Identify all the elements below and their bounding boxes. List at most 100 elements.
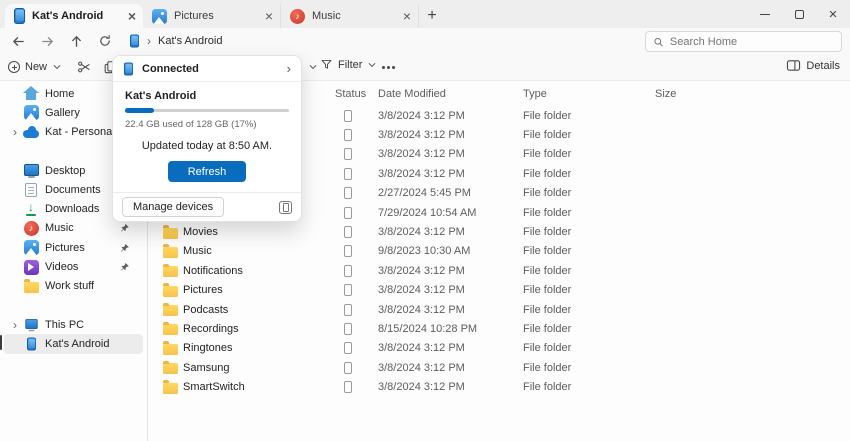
table-row[interactable]: Movies 3/8/2024 3:12 PM File folder — [148, 222, 850, 241]
on-device-status-icon — [344, 245, 352, 257]
icon-glyph — [26, 337, 35, 350]
back-button[interactable] — [10, 33, 26, 49]
filter-button[interactable]: Filter — [320, 58, 377, 71]
breadcrumb[interactable]: Kat's Android — [129, 33, 222, 49]
navigation-bar: Kat's Android — [0, 28, 850, 54]
sidebar-item[interactable]: Kat's Android — [4, 334, 143, 353]
folder-icon — [163, 324, 178, 335]
table-row[interactable]: Music 9/8/2023 10:30 AM File folder — [148, 242, 850, 261]
column-size[interactable]: Size — [655, 88, 715, 100]
up-button[interactable] — [68, 33, 84, 49]
column-type[interactable]: Type — [523, 88, 655, 100]
column-status[interactable]: Status — [335, 88, 378, 100]
expand-chevron-icon[interactable] — [9, 318, 21, 332]
sidebar-item[interactable]: This PC — [4, 315, 143, 334]
sidebar-item-icon — [21, 164, 41, 178]
device-settings-icon[interactable] — [279, 201, 292, 214]
pin-icon — [120, 223, 130, 233]
file-type: File folder — [523, 245, 655, 257]
sidebar-item-label: Music — [45, 222, 74, 234]
details-pane-icon — [786, 59, 801, 72]
table-row[interactable]: Samsung 3/8/2024 3:12 PM File folder — [148, 358, 850, 377]
refresh-button[interactable] — [97, 33, 113, 49]
search-input[interactable] — [670, 36, 834, 48]
table-row[interactable]: Pictures 3/8/2024 3:12 PM File folder — [148, 281, 850, 300]
file-type: File folder — [523, 362, 655, 374]
sort-chevron-icon[interactable] — [308, 62, 318, 72]
table-row[interactable]: Podcasts 3/8/2024 3:12 PM File folder — [148, 300, 850, 319]
on-device-status-icon — [344, 187, 352, 199]
sidebar-item-label: Home — [45, 88, 74, 100]
sidebar-item-icon — [21, 260, 41, 275]
file-type: File folder — [523, 129, 655, 141]
column-date-modified[interactable]: Date Modified — [378, 88, 523, 100]
sidebar-item-label: Pictures — [45, 242, 85, 254]
table-row[interactable]: SmartSwitch 3/8/2024 3:12 PM File folder — [148, 377, 850, 396]
tab-strip: Kat's Android Pictures Music — [0, 0, 850, 28]
tab[interactable]: Music — [281, 4, 419, 28]
tab[interactable]: Kat's Android — [5, 4, 143, 28]
cut-button[interactable] — [77, 60, 91, 74]
manage-devices-button[interactable]: Manage devices — [122, 197, 224, 217]
tab-close-icon[interactable] — [128, 8, 136, 24]
sidebar-devices-group: This PC Kat's Android — [0, 315, 147, 354]
more-options-button[interactable] — [382, 66, 385, 69]
pin-icon — [120, 262, 130, 272]
minimize-button[interactable] — [748, 0, 782, 28]
popup-header[interactable]: Connected — [113, 56, 301, 82]
sidebar-item[interactable]: Pictures — [4, 238, 143, 257]
on-device-status-icon — [344, 381, 352, 393]
on-device-status-icon — [344, 265, 352, 277]
sidebar-item-label: This PC — [45, 319, 84, 331]
search-box[interactable] — [645, 31, 842, 52]
table-row[interactable]: Ringtones 3/8/2024 3:12 PM File folder — [148, 339, 850, 358]
folder-icon — [163, 383, 178, 394]
tab[interactable]: Pictures — [143, 4, 281, 28]
file-name: Notifications — [183, 265, 243, 277]
sidebar-item-icon — [21, 240, 41, 255]
maximize-button[interactable] — [782, 0, 816, 28]
file-type: File folder — [523, 168, 655, 180]
file-type: File folder — [523, 187, 655, 199]
expand-chevron-icon[interactable] — [9, 125, 21, 139]
storage-progress-bar — [125, 109, 289, 112]
date-modified: 3/8/2024 3:12 PM — [378, 381, 523, 393]
file-name: Recordings — [183, 323, 239, 335]
refresh-button[interactable]: Refresh — [168, 161, 246, 182]
connection-status-label: Connected — [142, 63, 279, 75]
icon-glyph — [23, 126, 39, 139]
sidebar-item[interactable]: Work stuff — [4, 277, 143, 296]
details-button-label: Details — [806, 60, 840, 72]
maximize-icon — [795, 10, 804, 19]
device-name: Kat's Android — [125, 90, 289, 102]
close-button[interactable] — [816, 0, 850, 28]
folder-icon — [163, 363, 178, 374]
tab-close-icon[interactable] — [265, 8, 273, 24]
chevron-down-icon — [367, 60, 377, 70]
folder-icon — [163, 305, 178, 316]
table-row[interactable]: Notifications 3/8/2024 3:12 PM File fold… — [148, 261, 850, 280]
tab-icon — [152, 9, 167, 24]
date-modified: 3/8/2024 3:12 PM — [378, 265, 523, 277]
forward-button[interactable] — [39, 33, 55, 49]
file-type: File folder — [523, 207, 655, 219]
new-tab-button[interactable] — [419, 4, 445, 28]
file-type: File folder — [523, 304, 655, 316]
table-row[interactable]: Recordings 8/15/2024 10:28 PM File folde… — [148, 319, 850, 338]
sidebar-item[interactable]: Videos — [4, 257, 143, 276]
date-modified: 8/15/2024 10:28 PM — [378, 323, 523, 335]
pin-icon — [120, 243, 130, 253]
details-view-button[interactable]: Details — [786, 59, 840, 72]
file-type: File folder — [523, 226, 655, 238]
file-name: Music — [183, 245, 212, 257]
new-button-label: New — [25, 61, 47, 73]
tab-close-icon[interactable] — [403, 8, 411, 24]
icon-glyph — [24, 260, 39, 275]
on-device-status-icon — [344, 342, 352, 354]
file-name: SmartSwitch — [183, 381, 245, 393]
icon-glyph — [24, 202, 38, 217]
on-device-status-icon — [344, 362, 352, 374]
new-button[interactable]: New — [8, 61, 62, 73]
file-name: Ringtones — [183, 342, 233, 354]
sidebar-item-icon — [21, 318, 41, 332]
